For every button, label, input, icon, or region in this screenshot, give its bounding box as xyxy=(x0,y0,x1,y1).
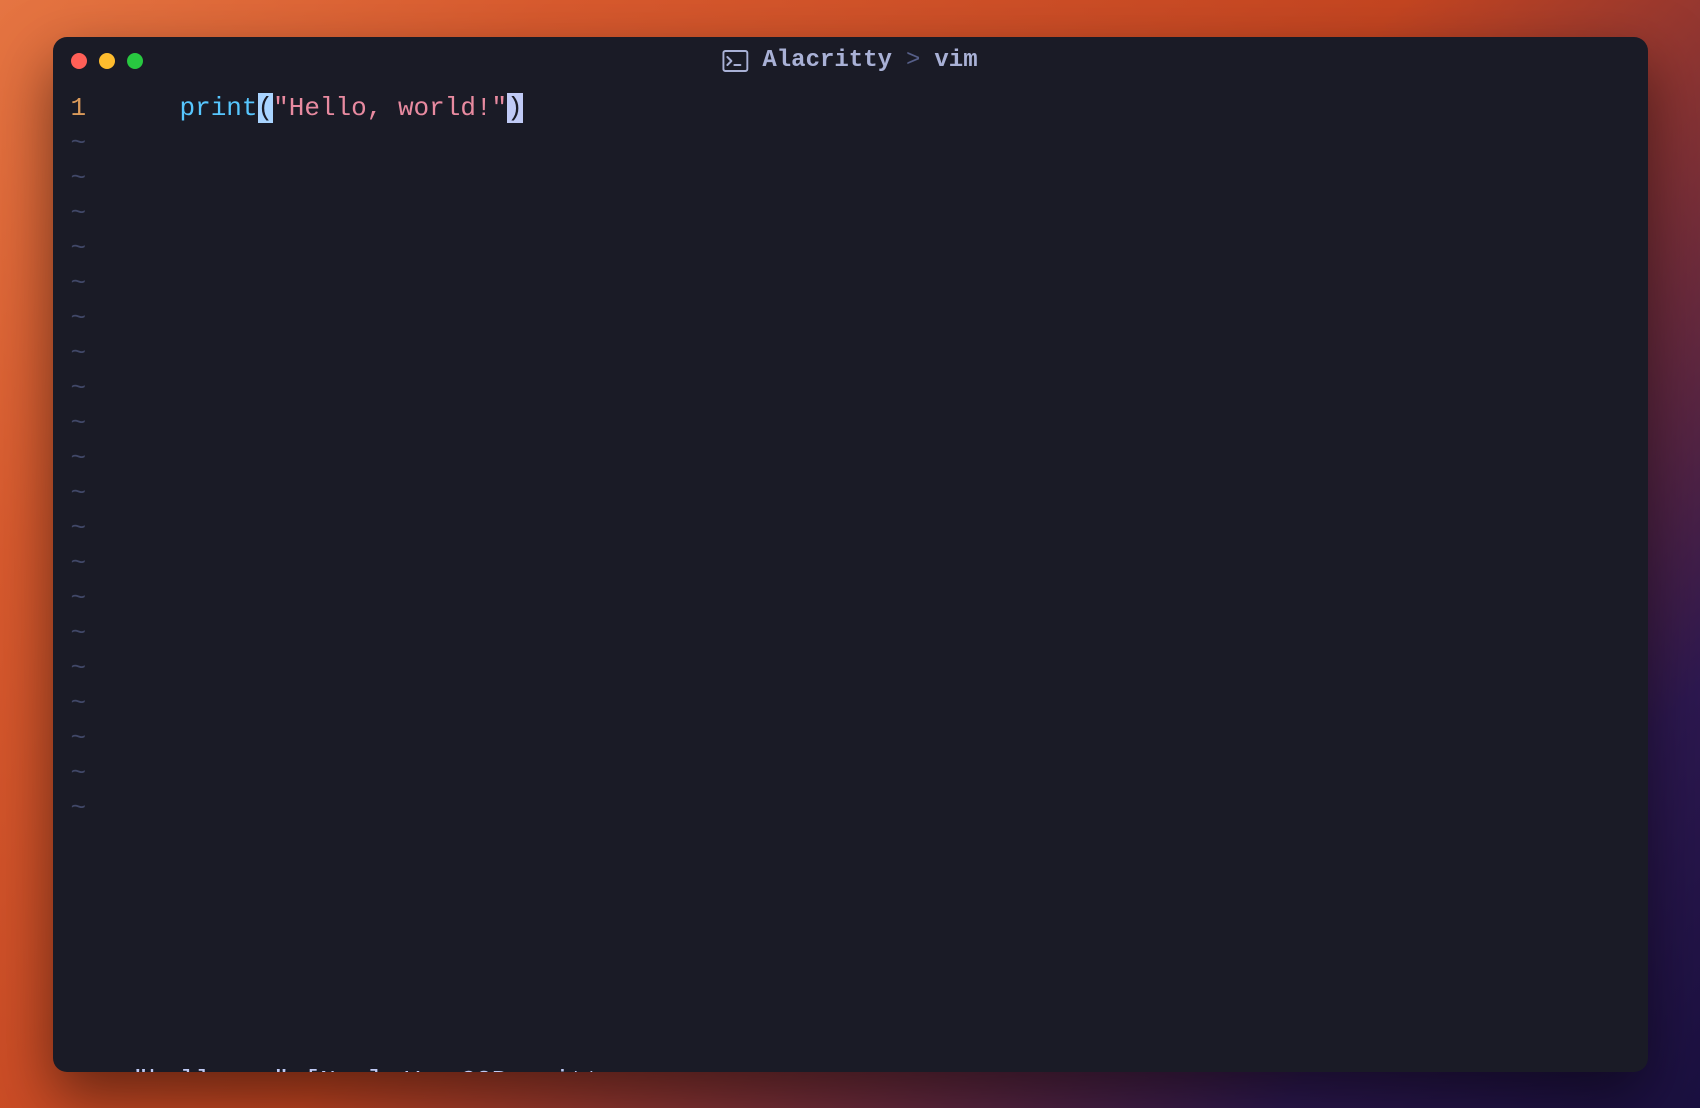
empty-line: ~ xyxy=(53,511,1648,546)
empty-line: ~ xyxy=(53,581,1648,616)
title-process-name: vim xyxy=(934,47,977,74)
empty-line: ~ xyxy=(53,301,1648,336)
maximize-button[interactable] xyxy=(127,53,143,69)
tilde-marker: ~ xyxy=(53,231,148,266)
tilde-marker: ~ xyxy=(53,546,148,581)
minimize-button[interactable] xyxy=(99,53,115,69)
tilde-marker: ~ xyxy=(53,616,148,651)
empty-line: ~ xyxy=(53,651,1648,686)
tilde-marker: ~ xyxy=(53,161,148,196)
tilde-marker: ~ xyxy=(53,511,148,546)
tilde-marker: ~ xyxy=(53,196,148,231)
matching-paren-highlight: ( xyxy=(258,93,274,123)
tilde-marker: ~ xyxy=(53,686,148,721)
tilde-marker: ~ xyxy=(53,371,148,406)
tilde-marker: ~ xyxy=(53,651,148,686)
empty-line: ~ xyxy=(53,791,1648,826)
tilde-marker: ~ xyxy=(53,721,148,756)
tilde-marker: ~ xyxy=(53,336,148,371)
token-function: print xyxy=(180,93,258,123)
empty-line: ~ xyxy=(53,756,1648,791)
empty-line: ~ xyxy=(53,371,1648,406)
tilde-marker: ~ xyxy=(53,441,148,476)
empty-line: ~ xyxy=(53,546,1648,581)
close-button[interactable] xyxy=(71,53,87,69)
tilde-marker: ~ xyxy=(53,476,148,511)
empty-lines: ~~~~~~~~~~~~~~~~~~~~ xyxy=(53,126,1648,826)
empty-line: ~ xyxy=(53,161,1648,196)
cursor: ) xyxy=(507,93,523,123)
empty-line: ~ xyxy=(53,196,1648,231)
empty-line: ~ xyxy=(53,336,1648,371)
token-string: "Hello, world!" xyxy=(273,93,507,123)
editor-area[interactable]: 1 print("Hello, world!") ~~~~~~~~~~~~~~~… xyxy=(53,85,1648,1024)
status-text: "hello.py" [New] 1L, 23B written xyxy=(133,1066,632,1072)
terminal-window: Alacritty > vim 1 print("Hello, world!")… xyxy=(53,37,1648,1072)
code-line[interactable]: 1 print("Hello, world!") xyxy=(53,91,1648,126)
tilde-marker: ~ xyxy=(53,266,148,301)
empty-line: ~ xyxy=(53,126,1648,161)
tilde-marker: ~ xyxy=(53,301,148,336)
line-number: 1 xyxy=(53,91,148,126)
tilde-marker: ~ xyxy=(53,756,148,791)
title-app-name: Alacritty xyxy=(762,47,892,74)
title-separator: > xyxy=(906,47,920,74)
tilde-marker: ~ xyxy=(53,791,148,826)
tilde-marker: ~ xyxy=(53,406,148,441)
empty-line: ~ xyxy=(53,476,1648,511)
tilde-marker: ~ xyxy=(53,581,148,616)
empty-line: ~ xyxy=(53,231,1648,266)
titlebar[interactable]: Alacritty > vim xyxy=(53,37,1648,85)
code-content[interactable]: print("Hello, world!") xyxy=(148,91,1648,126)
tilde-marker: ~ xyxy=(53,126,148,161)
empty-line: ~ xyxy=(53,721,1648,756)
status-line: "hello.py" [New] 1L, 23B written xyxy=(53,1024,1648,1072)
empty-line: ~ xyxy=(53,616,1648,651)
empty-line: ~ xyxy=(53,686,1648,721)
terminal-icon xyxy=(722,50,748,72)
empty-line: ~ xyxy=(53,266,1648,301)
traffic-lights xyxy=(71,53,143,69)
empty-line: ~ xyxy=(53,441,1648,476)
empty-line: ~ xyxy=(53,406,1648,441)
window-title: Alacritty > vim xyxy=(722,47,977,74)
